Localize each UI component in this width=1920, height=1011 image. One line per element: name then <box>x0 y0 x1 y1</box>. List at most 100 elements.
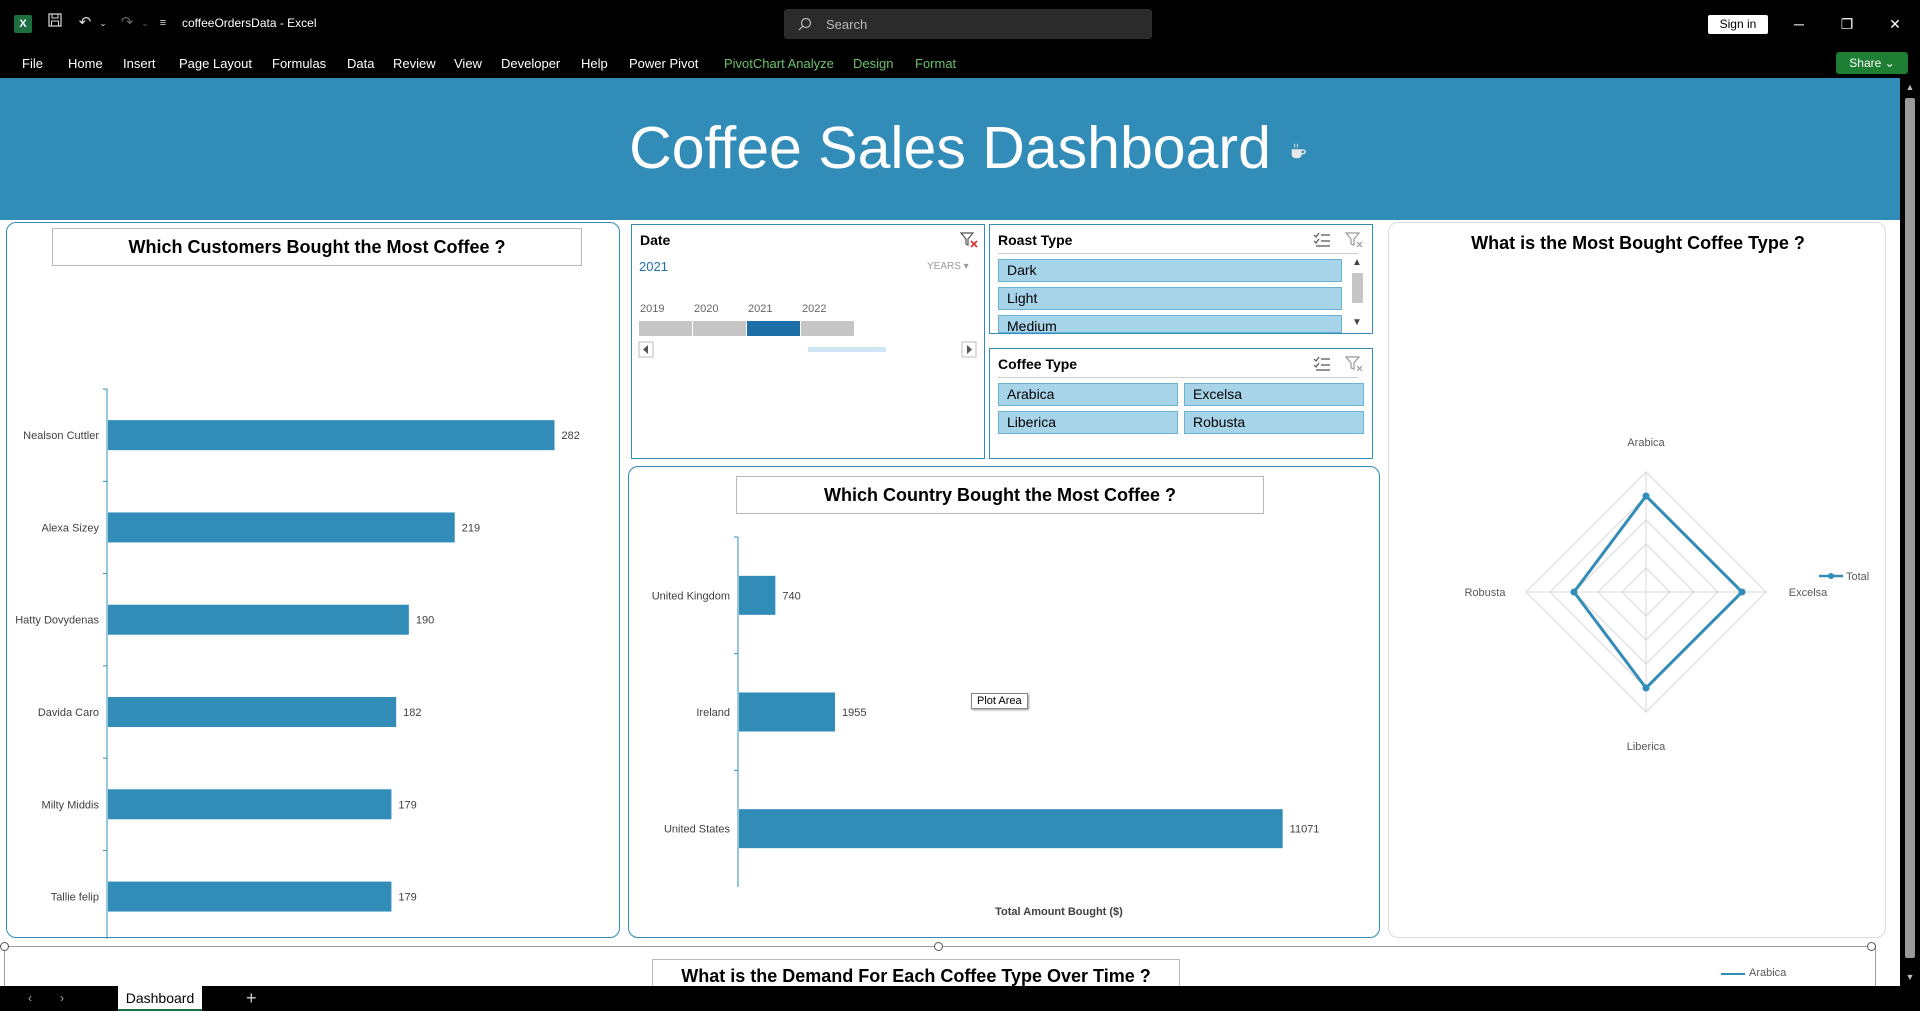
category-label: Davida Caro <box>38 707 99 719</box>
tab-pivotchart-analyze[interactable]: PivotChart Analyze <box>724 56 834 71</box>
sign-in-button[interactable]: Sign in <box>1708 15 1768 34</box>
search-input[interactable]: Search <box>784 9 1152 39</box>
resize-handle[interactable] <box>934 942 943 951</box>
slicer-scrollbar[interactable]: ▲ ▼ <box>1350 257 1364 333</box>
bar <box>739 809 1283 849</box>
tab-help[interactable]: Help <box>581 56 608 71</box>
search-placeholder: Search <box>826 17 868 32</box>
tab-developer[interactable]: Developer <box>501 56 560 71</box>
tab-insert[interactable]: Insert <box>123 56 156 71</box>
clear-filter-icon[interactable] <box>1344 230 1364 250</box>
add-sheet-icon[interactable]: + <box>246 988 257 1009</box>
date-timeline[interactable]: 2019 2020 2021 2022 <box>632 225 986 460</box>
data-label: 190 <box>416 615 434 627</box>
data-label: 179 <box>398 799 416 811</box>
bar <box>739 575 776 615</box>
category-label: United States <box>664 824 731 836</box>
bar <box>739 692 836 732</box>
category-label: Alexa Sizey <box>42 522 100 534</box>
category-label: Hatty Dovydenas <box>15 615 99 627</box>
radar-category-label: Arabica <box>1627 437 1665 449</box>
coffee-type-radar-chart[interactable]: Arabica Excelsa Liberica Robusta Total <box>1389 223 1885 939</box>
date-timeline-slicer[interactable]: Date 2021 YEARS ▾ 2019 2020 2021 2022 <box>631 224 985 459</box>
dashboard-banner: Coffee Sales Dashboard <box>0 78 1900 220</box>
resize-handle[interactable] <box>1867 942 1876 951</box>
demand-chart-frame[interactable]: What is the Demand For Each Coffee Type … <box>0 942 1876 993</box>
tab-power-pivot[interactable]: Power Pivot <box>629 56 698 71</box>
share-label: Share <box>1849 56 1882 70</box>
tab-review[interactable]: Review <box>393 56 436 71</box>
coffee-type-slicer[interactable]: Coffee Type Arabica Excelsa Liberica Rob… <box>989 348 1373 459</box>
scroll-down-icon[interactable]: ▼ <box>1352 317 1362 328</box>
bar <box>108 789 392 820</box>
data-label: 740 <box>782 590 800 602</box>
slicer-item-excelsa[interactable]: Excelsa <box>1184 383 1364 406</box>
scroll-thumb[interactable] <box>1352 273 1363 303</box>
radar-category-label: Robusta <box>1465 587 1507 599</box>
data-label: 179 <box>398 892 416 904</box>
coffee-slicer-header: Coffee Type <box>998 356 1078 372</box>
x-axis-title: Total Amount Bought ($) <box>995 906 1123 918</box>
scroll-up-icon[interactable]: ▲ <box>1352 257 1362 268</box>
share-button[interactable]: Share ⌄ <box>1836 52 1908 74</box>
scroll-up-icon[interactable]: ▲ <box>1904 82 1916 92</box>
data-label: 219 <box>462 522 480 534</box>
tab-home[interactable]: Home <box>68 56 103 71</box>
tab-design[interactable]: Design <box>853 56 893 71</box>
slicer-item-medium[interactable]: Medium <box>998 315 1342 334</box>
document-title: coffeeOrdersData - Excel <box>182 16 317 30</box>
vertical-scrollbar[interactable]: ▲ ▼ <box>1900 78 1920 986</box>
data-label: 1955 <box>842 707 866 719</box>
resize-handle[interactable] <box>0 942 9 951</box>
legend-label: Total <box>1846 571 1869 583</box>
clear-filter-icon[interactable] <box>1344 354 1364 374</box>
undo-dropdown-icon[interactable]: ⌄ <box>92 12 114 34</box>
customers-bar-chart[interactable]: Nealson Cuttler 282 Alexa Sizey 219 Hatty Do… <box>7 223 619 939</box>
tab-formulas[interactable]: Formulas <box>272 56 326 71</box>
tab-view[interactable]: View <box>454 56 482 71</box>
coffee-cup-icon <box>1291 143 1306 159</box>
slicer-item-liberica[interactable]: Liberica <box>998 411 1178 434</box>
sheet-tab-dashboard[interactable]: Dashboard <box>118 986 202 1011</box>
tab-data[interactable]: Data <box>347 56 374 71</box>
roast-type-slicer[interactable]: Roast Type Dark Light Medium ▲ ▼ <box>989 224 1373 334</box>
restore-icon[interactable]: ❐ <box>1827 12 1867 36</box>
slicer-item-robusta[interactable]: Robusta <box>1184 411 1364 434</box>
ribbon-tabs: File Home Insert Page Layout Formulas Da… <box>0 48 1920 78</box>
data-label: 282 <box>562 430 580 442</box>
save-icon[interactable] <box>44 12 66 34</box>
slicer-item-light[interactable]: Light <box>998 287 1342 310</box>
radar-point <box>1642 684 1650 692</box>
next-sheet-icon[interactable]: › <box>60 991 64 1005</box>
radar-point <box>1570 588 1578 596</box>
bar <box>108 881 392 912</box>
tab-format[interactable]: Format <box>915 56 956 71</box>
title-bar: X ↶ ⌄ ↷ ⌄ ≡ coffeeOrdersData - Excel Sea… <box>0 0 1920 48</box>
minimize-icon[interactable]: ─ <box>1779 12 1819 36</box>
timeline-year-label: 2019 <box>640 303 664 315</box>
radar-point <box>1738 588 1746 596</box>
scroll-thumb[interactable] <box>1905 98 1915 958</box>
country-chart-panel[interactable]: Which Country Bought the Most Coffee ? U… <box>628 466 1380 938</box>
slicer-item-arabica[interactable]: Arabica <box>998 383 1178 406</box>
worksheet[interactable]: Coffee Sales Dashboard Which Customers B… <box>0 78 1900 993</box>
multi-select-icon[interactable] <box>1312 230 1332 250</box>
prev-sheet-icon[interactable]: ‹ <box>28 991 32 1005</box>
bar <box>108 697 397 727</box>
sheet-tabs-bar: ‹ › Dashboard + <box>0 986 1920 1011</box>
customize-toolbar-icon[interactable]: ≡ <box>152 12 174 34</box>
timeline-year-label: 2022 <box>802 303 826 315</box>
timeline-year-bar <box>639 321 692 336</box>
slicer-item-dark[interactable]: Dark <box>998 259 1342 282</box>
tab-page-layout[interactable]: Page Layout <box>179 56 252 71</box>
multi-select-icon[interactable] <box>1312 354 1332 374</box>
legend-line <box>1721 973 1745 975</box>
type-chart-panel[interactable]: What is the Most Bought Coffee Type ? Ar… <box>1388 222 1886 938</box>
tab-file[interactable]: File <box>22 56 43 71</box>
close-icon[interactable]: ✕ <box>1875 12 1915 36</box>
scroll-down-icon[interactable]: ▼ <box>1904 972 1916 982</box>
customers-chart-panel[interactable]: Which Customers Bought the Most Coffee ?… <box>6 222 620 939</box>
timeline-year-bar <box>801 321 854 336</box>
timeline-year-label: 2021 <box>748 303 772 315</box>
category-label: Ireland <box>696 707 730 719</box>
